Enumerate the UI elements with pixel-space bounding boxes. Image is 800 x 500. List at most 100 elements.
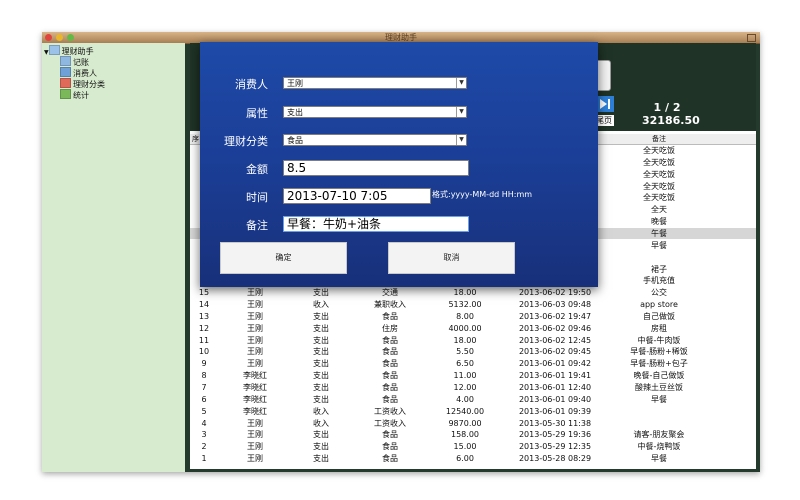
table-cell: 2013-06-03 09:48 — [518, 300, 592, 310]
sidebar-item-categories[interactable]: 理财分类 — [60, 78, 105, 89]
table-cell: 酸辣土豆丝饭 — [635, 383, 683, 392]
total-amount: 32186.50 — [642, 114, 700, 127]
chart-icon — [60, 89, 71, 99]
table-cell: 9870.00 — [448, 418, 482, 428]
edit-record-dialog: 消费人 王刚 ▼ 属性 支出 ▼ 理财分类 食品 ▼ 金额 8.5 时间 201… — [200, 42, 598, 287]
table-cell: 支出 — [313, 311, 329, 321]
table-cell: 早餐-肠粉+稀饭 — [630, 347, 688, 357]
note-input[interactable]: 早餐：牛奶+油条 — [283, 216, 469, 232]
table-row[interactable]: 15 王刚 支出 交通 18.00 2013-06-02 19:50 公交 — [190, 287, 756, 298]
table-cell: 晚餐-自己做饭 — [633, 371, 685, 381]
table-cell: 12 — [198, 323, 210, 333]
sidebar-item-statistics[interactable]: 统计 — [60, 89, 89, 100]
table-cell: 2013-06-02 19:50 — [518, 288, 592, 298]
table-cell: 全天吃饭 — [643, 146, 675, 155]
table-cell: 王刚 — [247, 335, 263, 345]
cancel-button[interactable]: 取消 — [388, 242, 515, 274]
sidebar-item-bookkeeping[interactable]: 记账 — [60, 56, 89, 67]
table-cell: 10 — [198, 347, 210, 357]
table-cell: 3 — [201, 430, 207, 440]
table-cell: 9 — [201, 359, 207, 369]
table-cell: 2013-05-29 19:36 — [518, 430, 592, 440]
table-cell: 全天 — [651, 205, 667, 215]
table-cell: 支出 — [313, 454, 329, 464]
table-cell: 15.00 — [453, 442, 477, 452]
table-cell: 2013-05-29 12:35 — [518, 442, 592, 452]
sidebar-root[interactable]: ▼ 理财助手 — [44, 45, 94, 56]
last-page-button[interactable]: 尾页 — [596, 96, 614, 126]
table-cell: 支出 — [313, 394, 329, 404]
table-cell: 食品 — [382, 335, 398, 345]
table-row[interactable]: 8 李晓红 支出 食品 11.00 2013-06-01 19:41 晚餐-自己做饭 — [190, 370, 756, 381]
table-cell: 兼职收入 — [374, 300, 406, 310]
table-cell: 11 — [198, 335, 210, 345]
table-cell: 158.00 — [451, 430, 479, 440]
table-cell: 2013-06-01 09:39 — [518, 406, 592, 416]
toolbar-toggle-icon[interactable] — [747, 34, 756, 42]
table-cell: 房租 — [651, 323, 667, 333]
table-row[interactable]: 2 王刚 支出 食品 15.00 2013-05-29 12:35 中餐-烧鸭饭 — [190, 441, 756, 452]
table-cell: 5132.00 — [448, 300, 482, 310]
table-cell: 工资收入 — [374, 418, 406, 428]
table-cell: 18.00 — [453, 288, 477, 298]
table-cell: 14 — [198, 300, 210, 310]
table-cell: 2013-06-02 19:47 — [518, 311, 592, 321]
table-cell: 食品 — [382, 394, 398, 404]
table-row[interactable]: 7 李晓红 支出 食品 12.00 2013-06-01 12:40 酸辣土豆丝饭 — [190, 382, 756, 393]
table-cell: 王刚 — [247, 347, 263, 357]
sidebar-item-consumers[interactable]: 消费人 — [60, 67, 97, 78]
table-cell: 全天吃饭 — [643, 181, 675, 191]
table-row[interactable]: 5 李晓红 收入 工资收入 12540.00 2013-06-01 09:39 — [190, 406, 756, 417]
table-cell: 支出 — [313, 323, 329, 333]
table-cell: 11.00 — [453, 371, 477, 381]
time-label: 时间 — [246, 191, 268, 204]
table-row[interactable]: 3 王刚 支出 食品 158.00 2013-05-29 19:36 请客-朋友聚会 — [190, 429, 756, 440]
table-cell: 4.00 — [456, 394, 474, 404]
amount-input[interactable]: 8.5 — [283, 160, 469, 176]
table-cell: 收入 — [313, 406, 329, 416]
table-cell: 7 — [201, 383, 207, 392]
category-select[interactable]: 食品 ▼ — [283, 134, 467, 146]
table-row[interactable]: 13 王刚 支出 食品 8.00 2013-06-02 19:47 自己做饭 — [190, 311, 756, 322]
table-cell: 住房 — [382, 323, 398, 333]
consumer-select[interactable]: 王刚 ▼ — [283, 77, 467, 89]
table-cell: 全天吃饭 — [643, 193, 675, 203]
attribute-select[interactable]: 支出 ▼ — [283, 106, 467, 118]
time-input[interactable]: 2013-07-10 7:05 — [283, 188, 431, 204]
table-row[interactable]: 4 王刚 收入 工资收入 9870.00 2013-05-30 11:38 — [190, 418, 756, 429]
table-cell: 6 — [201, 394, 207, 404]
table-row[interactable]: 9 王刚 支出 食品 6.50 2013-06-01 09:42 早餐-肠粉+包子 — [190, 358, 756, 369]
table-cell: 4000.00 — [448, 323, 482, 333]
table-cell: 2013-06-01 09:42 — [518, 359, 592, 369]
table-row[interactable]: 1 王刚 支出 食品 6.00 2013-05-28 08:29 早餐 — [190, 453, 756, 464]
table-row[interactable]: 14 王刚 收入 兼职收入 5132.00 2013-06-03 09:48 app sto… — [190, 299, 756, 310]
table-row[interactable]: 6 李晓红 支出 食品 4.00 2013-06-01 09:40 早餐 — [190, 394, 756, 405]
table-row[interactable]: 12 王刚 支出 住房 4000.00 2013-06-02 09:46 房租 — [190, 323, 756, 334]
last-page-label: 尾页 — [596, 115, 614, 126]
category-icon — [60, 78, 71, 88]
category-select-value: 食品 — [287, 136, 303, 145]
table-cell: 支出 — [313, 430, 329, 440]
consumer-select-value: 王刚 — [287, 79, 303, 88]
confirm-button[interactable]: 确定 — [220, 242, 347, 274]
table-cell: 12540.00 — [445, 406, 485, 416]
table-row[interactable]: 11 王刚 支出 食品 18.00 2013-06-02 12:45 中餐-牛肉饭 — [190, 335, 756, 346]
table-cell: 裙子 — [651, 264, 667, 274]
table-cell: 早餐-肠粉+包子 — [630, 359, 688, 369]
table-cell: 工资收入 — [374, 406, 406, 416]
table-cell: 公交 — [651, 288, 667, 298]
column-header-note[interactable]: 备注 — [600, 134, 718, 144]
table-cell: 收入 — [313, 418, 329, 428]
table-cell: 18.00 — [453, 335, 477, 345]
table-cell: 王刚 — [247, 454, 263, 464]
table-cell: 全天吃饭 — [643, 169, 675, 179]
table-cell: 12.00 — [453, 383, 477, 392]
table-cell: 李晓红 — [243, 383, 267, 392]
table-row[interactable]: 10 王刚 支出 食品 5.50 2013-06-02 09:45 早餐-肠粉+稀饭 — [190, 346, 756, 357]
time-format-hint: 格式:yyyy-MM-dd HH:mm — [432, 190, 533, 199]
table-cell: 早餐 — [651, 454, 667, 464]
page-indicator: 1 / 2 — [653, 101, 681, 114]
table-cell: 王刚 — [247, 442, 263, 452]
category-label: 理财分类 — [224, 135, 268, 148]
table-cell: 1 — [201, 454, 207, 464]
